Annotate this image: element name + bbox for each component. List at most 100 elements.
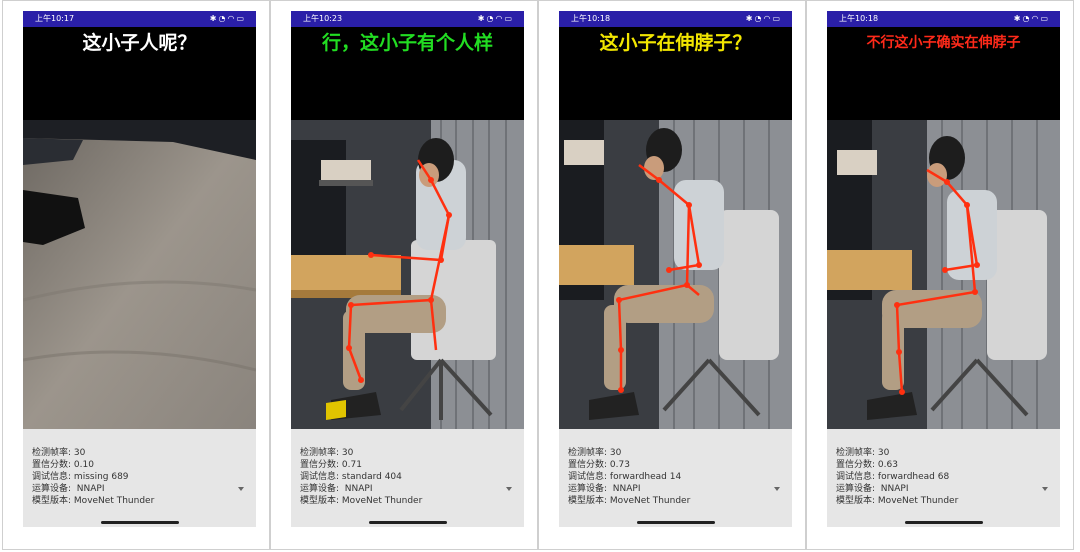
- score-value: 0.73: [609, 460, 630, 470]
- model-row: 模型版本: MoveNet Thunder: [300, 495, 422, 507]
- home-indicator[interactable]: [637, 521, 715, 524]
- score-label: 置信分数:: [568, 460, 608, 470]
- chevron-down-icon[interactable]: [506, 487, 512, 491]
- fps-label: 检测帧率:: [568, 448, 608, 458]
- home-indicator[interactable]: [101, 521, 179, 524]
- pose-status-title: 这小子人呢？: [82, 32, 197, 54]
- debug-value: missing 689: [73, 472, 129, 482]
- status-icons: ✱◔◠▭: [478, 11, 514, 27]
- camera-preview: [827, 120, 1060, 429]
- model-value: MoveNet Thunder: [341, 496, 423, 506]
- device-label: 运算设备:: [568, 484, 608, 494]
- status-bar: 上午10:23 ✱◔◠▭: [291, 11, 524, 27]
- screenshot-frame-3: 上午10:18 ✱◔◠▭ 这小子在伸脖子？ 检测帧率: 30 置信分数: 0.7…: [538, 0, 806, 550]
- model-value: MoveNet Thunder: [877, 496, 959, 506]
- phone-screen: 上午10:17 ✱◔◠▭ 这小子人呢？ 检测帧率: 30 置信分数: 0.10 …: [23, 11, 256, 527]
- score-value: 0.63: [877, 460, 898, 470]
- fps-value: 30: [73, 448, 86, 458]
- status-time: 上午10:18: [839, 14, 879, 23]
- debug-row: 调试信息: missing 689: [32, 471, 129, 483]
- battery-icon: ▭: [1040, 14, 1050, 23]
- screenshot-frame-2: 上午10:23 ✱◔◠▭ 行，这小子有个人样 检测帧率: 30 置信分数: 0.…: [270, 0, 538, 550]
- info-panel: 检测帧率: 30 置信分数: 0.71 调试信息: standard 404 运…: [291, 429, 524, 527]
- model-label: 模型版本:: [300, 496, 340, 506]
- device-row[interactable]: 运算设备: NNAPI: [568, 483, 640, 495]
- info-panel: 检测帧率: 30 置信分数: 0.10 调试信息: missing 689 运算…: [23, 429, 256, 527]
- device-select[interactable]: NNAPI: [881, 484, 909, 494]
- device-label: 运算设备:: [300, 484, 340, 494]
- device-select[interactable]: NNAPI: [345, 484, 373, 494]
- phone-screen: 上午10:23 ✱◔◠▭ 行，这小子有个人样 检测帧率: 30 置信分数: 0.…: [291, 11, 524, 527]
- debug-label: 调试信息:: [836, 472, 876, 482]
- model-label: 模型版本:: [32, 496, 72, 506]
- status-time: 上午10:23: [303, 14, 343, 23]
- info-panel: 检测帧率: 30 置信分数: 0.73 调试信息: forwardhead 14…: [559, 429, 792, 527]
- battery-icon: ▭: [772, 14, 782, 23]
- debug-label: 调试信息:: [568, 472, 608, 482]
- fps-value: 30: [609, 448, 622, 458]
- debug-row: 调试信息: forwardhead 68: [836, 471, 949, 483]
- pose-status-title: 这小子在伸脖子？: [599, 32, 752, 54]
- status-bar: 上午10:18 ✱◔◠▭: [559, 11, 792, 27]
- model-value: MoveNet Thunder: [609, 496, 691, 506]
- status-icons: ✱◔◠▭: [1014, 11, 1050, 27]
- device-row[interactable]: 运算设备: NNAPI: [32, 483, 104, 495]
- pose-status-title: 不行这小子确实在伸脖子: [866, 35, 1021, 51]
- score-row: 置信分数: 0.71: [300, 459, 362, 471]
- fps-row: 检测帧率: 30: [32, 447, 85, 459]
- screenshot-frame-4: 上午10:18 ✱◔◠▭ 不行这小子确实在伸脖子 检测帧率: 30 置信分数: …: [806, 0, 1074, 550]
- status-icons: ✱◔◠▭: [210, 11, 246, 27]
- phone-screen: 上午10:18 ✱◔◠▭ 这小子在伸脖子？ 检测帧率: 30 置信分数: 0.7…: [559, 11, 792, 527]
- fps-label: 检测帧率:: [32, 448, 72, 458]
- status-bar: 上午10:17 ✱◔◠▭: [23, 11, 256, 27]
- device-row[interactable]: 运算设备: NNAPI: [300, 483, 372, 495]
- debug-label: 调试信息:: [32, 472, 72, 482]
- status-bar: 上午10:18 ✱◔◠▭: [827, 11, 1060, 27]
- fps-label: 检测帧率:: [300, 448, 340, 458]
- score-label: 置信分数:: [300, 460, 340, 470]
- status-icons: ✱◔◠▭: [746, 11, 782, 27]
- score-label: 置信分数:: [836, 460, 876, 470]
- chevron-down-icon[interactable]: [238, 487, 244, 491]
- phone-screen: 上午10:18 ✱◔◠▭ 不行这小子确实在伸脖子 检测帧率: 30 置信分数: …: [827, 11, 1060, 527]
- fps-row: 检测帧率: 30: [568, 447, 621, 459]
- chevron-down-icon[interactable]: [1042, 487, 1048, 491]
- model-label: 模型版本:: [836, 496, 876, 506]
- device-row[interactable]: 运算设备: NNAPI: [836, 483, 908, 495]
- battery-icon: ▭: [504, 14, 514, 23]
- model-label: 模型版本:: [568, 496, 608, 506]
- fps-label: 检测帧率:: [836, 448, 876, 458]
- fps-row: 检测帧率: 30: [300, 447, 353, 459]
- score-value: 0.71: [341, 460, 362, 470]
- score-row: 置信分数: 0.63: [836, 459, 898, 471]
- debug-value: forwardhead 68: [877, 472, 950, 482]
- model-row: 模型版本: MoveNet Thunder: [32, 495, 154, 507]
- score-row: 置信分数: 0.73: [568, 459, 630, 471]
- home-indicator[interactable]: [369, 521, 447, 524]
- camera-preview: [291, 120, 524, 429]
- camera-preview: [559, 120, 792, 429]
- fps-value: 30: [341, 448, 354, 458]
- status-time: 上午10:18: [571, 14, 611, 23]
- chevron-down-icon[interactable]: [774, 487, 780, 491]
- debug-row: 调试信息: forwardhead 14: [568, 471, 681, 483]
- status-time: 上午10:17: [35, 14, 75, 23]
- screenshot-frame-1: 上午10:17 ✱◔◠▭ 这小子人呢？ 检测帧率: 30 置信分数: 0.10 …: [2, 0, 270, 550]
- score-label: 置信分数:: [32, 460, 72, 470]
- model-row: 模型版本: MoveNet Thunder: [836, 495, 958, 507]
- debug-value: standard 404: [341, 472, 402, 482]
- debug-label: 调试信息:: [300, 472, 340, 482]
- home-indicator[interactable]: [905, 521, 983, 524]
- fps-row: 检测帧率: 30: [836, 447, 889, 459]
- device-label: 运算设备:: [32, 484, 72, 494]
- pose-status-title: 行，这小子有个人样: [321, 32, 493, 54]
- battery-icon: ▭: [236, 14, 246, 23]
- score-value: 0.10: [73, 460, 94, 470]
- info-panel: 检测帧率: 30 置信分数: 0.63 调试信息: forwardhead 68…: [827, 429, 1060, 527]
- camera-preview: [23, 120, 256, 429]
- device-label: 运算设备:: [836, 484, 876, 494]
- fps-value: 30: [877, 448, 890, 458]
- debug-row: 调试信息: standard 404: [300, 471, 402, 483]
- device-select[interactable]: NNAPI: [613, 484, 641, 494]
- device-select[interactable]: NNAPI: [77, 484, 105, 494]
